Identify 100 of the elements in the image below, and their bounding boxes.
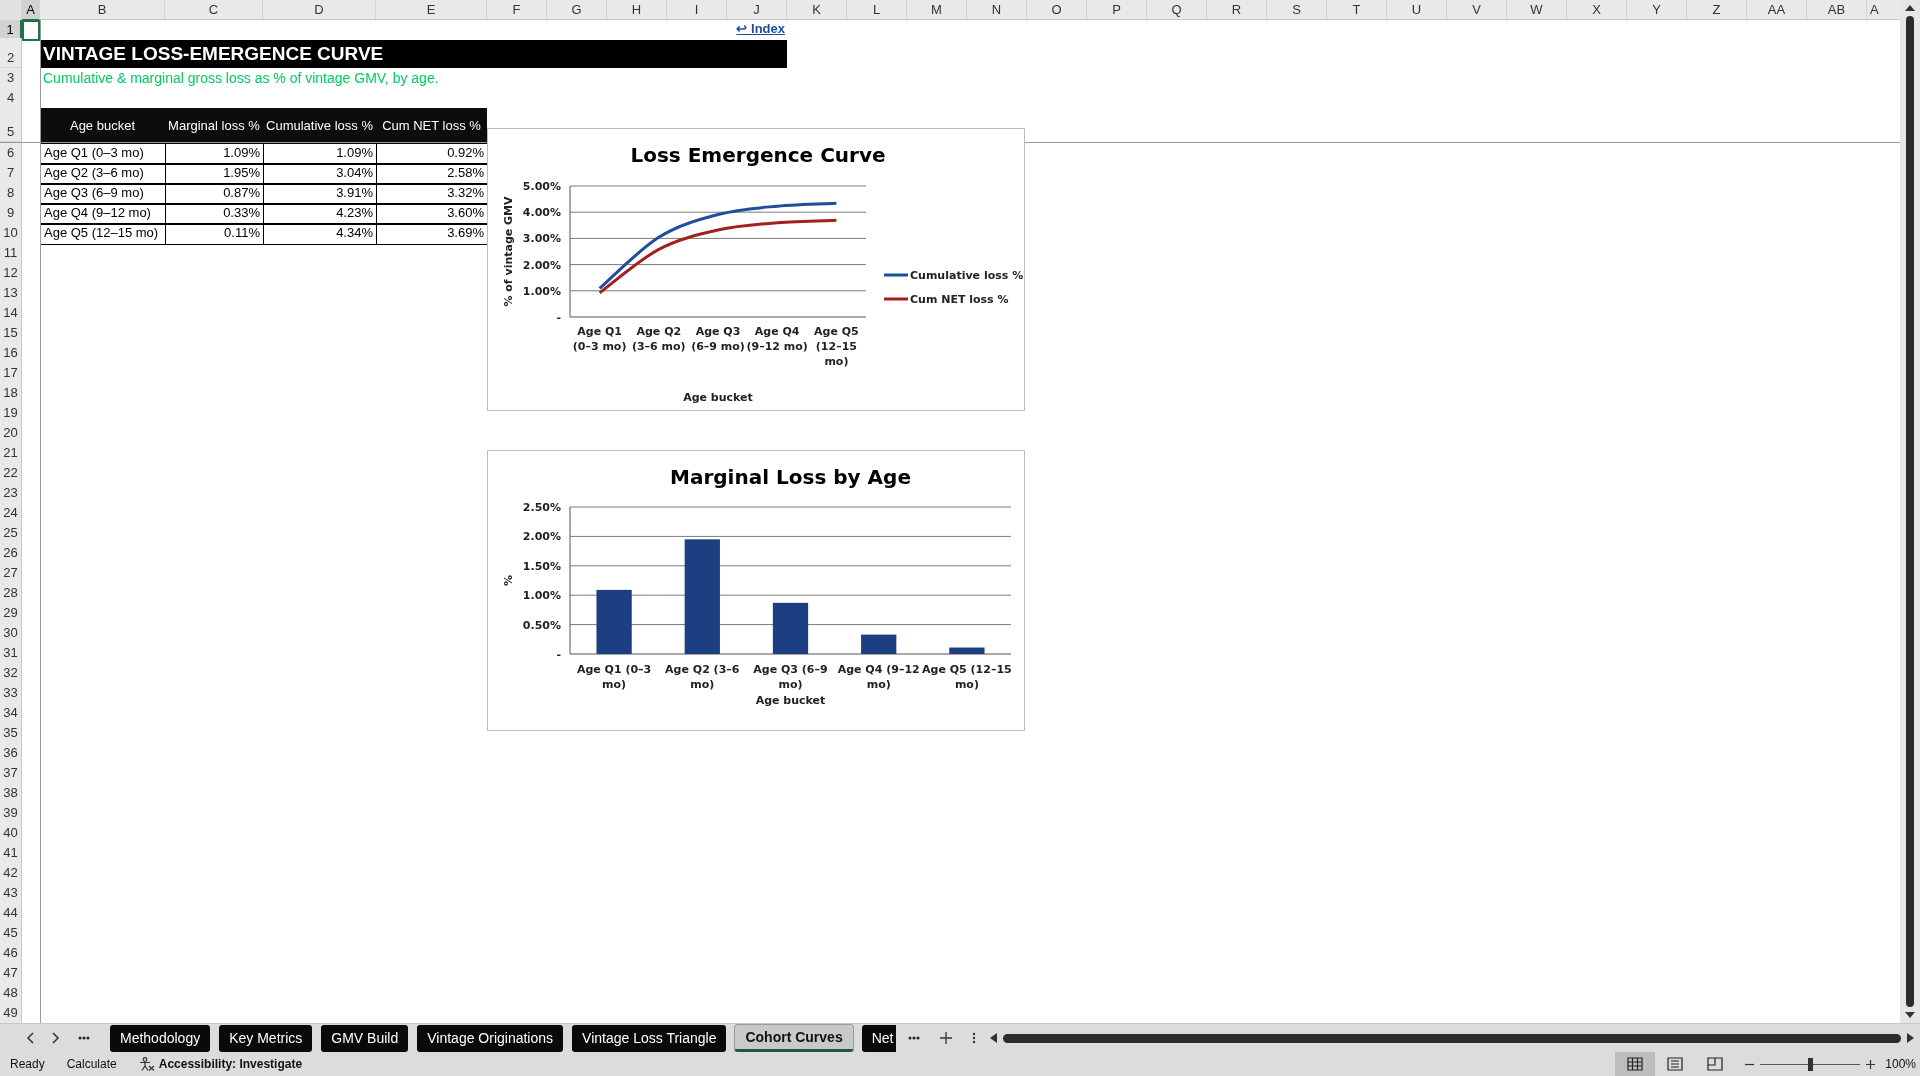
zoom-slider-thumb[interactable] [1808,1057,1814,1071]
row-header[interactable]: 13 [0,283,22,304]
sheet-tab[interactable]: Vintage Originations [417,1024,564,1052]
row-header[interactable]: 30 [0,623,22,644]
row-header[interactable]: 11 [0,243,22,264]
normal-view-button[interactable] [1615,1052,1656,1076]
row-header[interactable]: 41 [0,843,22,864]
column-header[interactable]: A [22,0,40,21]
column-header[interactable]: AB [1807,0,1867,21]
row-header[interactable]: 28 [0,583,22,604]
row-header[interactable]: 16 [0,343,22,364]
column-header[interactable]: Y [1627,0,1687,21]
column-header[interactable]: L [847,0,907,21]
ellipsis-icon[interactable] [908,1036,921,1040]
row-header[interactable]: 31 [0,643,22,664]
row-header[interactable]: 10 [0,223,22,244]
column-header[interactable]: I [667,0,727,21]
row-header[interactable]: 29 [0,603,22,624]
ellipsis-icon[interactable] [78,1036,90,1040]
row-header[interactable]: 47 [0,963,22,984]
row-header[interactable]: 4 [0,88,22,109]
scroll-down-icon[interactable] [1905,1011,1915,1019]
zoom-level[interactable]: 100% [1885,1055,1916,1073]
row-header[interactable]: 26 [0,543,22,564]
row-header[interactable]: 36 [0,743,22,764]
column-header[interactable]: R [1207,0,1267,21]
scrollbar-thumb[interactable] [1003,1033,1901,1043]
column-header[interactable]: G [547,0,607,21]
grid-icon[interactable] [1627,1057,1644,1071]
column-header[interactable]: M [907,0,967,21]
sheet-tab[interactable]: Cohort Curves [735,1024,853,1052]
row-header[interactable]: 8 [0,183,22,204]
active-cell[interactable] [22,20,40,41]
sheet-tab[interactable]: Methodology [110,1024,211,1052]
column-header[interactable]: N [967,0,1027,21]
accessibility-icon[interactable] [138,1057,155,1071]
column-header[interactable]: S [1267,0,1327,21]
row-header[interactable]: 37 [0,763,22,784]
sheet-tab[interactable]: GMV Build [321,1024,409,1052]
row-header[interactable]: 45 [0,923,22,944]
column-header[interactable]: H [607,0,667,21]
column-header[interactable]: Z [1687,0,1747,21]
row-header[interactable]: 18 [0,383,22,404]
row-header[interactable]: 32 [0,663,22,684]
row-header[interactable]: 46 [0,943,22,964]
row-header[interactable]: 1 [0,20,22,41]
column-header[interactable]: B [40,0,165,21]
zoom-in-icon[interactable] [1866,1059,1876,1069]
row-header[interactable]: 39 [0,803,22,824]
column-header[interactable]: C [165,0,263,21]
row-header[interactable]: 5 [0,108,22,142]
column-header[interactable]: AA [1747,0,1807,21]
column-header[interactable]: K [787,0,847,21]
index-link[interactable]: ↩ Index [727,20,787,41]
column-header[interactable]: W [1507,0,1567,21]
scroll-left-icon[interactable] [990,1033,998,1043]
sheet-tab[interactable]: Net [861,1024,897,1052]
column-header[interactable]: E [376,0,487,21]
column-header[interactable]: F [487,0,547,21]
scroll-up-icon[interactable] [1905,4,1915,12]
row-header[interactable]: 3 [0,68,22,89]
page-icon[interactable] [1667,1057,1684,1071]
column-header[interactable]: T [1327,0,1387,21]
row-header[interactable]: 42 [0,863,22,884]
column-header[interactable]: J [727,0,787,21]
row-header[interactable]: 21 [0,443,22,464]
accessibility-status[interactable]: Accessibility: Investigate [158,1055,303,1073]
row-header[interactable]: 19 [0,403,22,424]
column-header[interactable]: Q [1147,0,1207,21]
row-header[interactable]: 35 [0,723,22,744]
sheet-tab[interactable]: Key Metrics [219,1024,313,1052]
page-break-icon[interactable] [1707,1057,1724,1071]
row-header[interactable]: 44 [0,903,22,924]
row-header[interactable]: 6 [0,143,22,164]
row-header[interactable]: 15 [0,323,22,344]
row-header[interactable]: 48 [0,983,22,1004]
row-header[interactable]: 33 [0,683,22,704]
column-header[interactable]: O [1027,0,1087,21]
chevron-right-icon[interactable] [52,1032,60,1044]
vertical-dots-icon[interactable] [972,1032,977,1044]
row-header[interactable]: 49 [0,1003,22,1023]
scrollbar-thumb[interactable] [1906,16,1914,1007]
sheet-tab[interactable]: Vintage Loss Triangle [572,1024,727,1052]
row-header[interactable]: 17 [0,363,22,384]
row-header[interactable]: 7 [0,163,22,184]
add-icon[interactable] [940,1032,953,1044]
scroll-right-icon[interactable] [1907,1033,1914,1043]
row-header[interactable]: 38 [0,783,22,804]
column-header[interactable]: D [263,0,376,21]
row-header[interactable]: 34 [0,703,22,724]
column-header[interactable]: U [1387,0,1447,21]
row-header[interactable]: 24 [0,503,22,524]
chevron-left-icon[interactable] [26,1032,34,1044]
row-header[interactable]: 9 [0,203,22,224]
column-header[interactable]: X [1567,0,1627,21]
row-header[interactable]: 12 [0,263,22,284]
row-header[interactable]: 23 [0,483,22,504]
row-header[interactable]: 14 [0,303,22,324]
row-header[interactable]: 2 [0,38,22,68]
row-header[interactable]: 40 [0,823,22,844]
